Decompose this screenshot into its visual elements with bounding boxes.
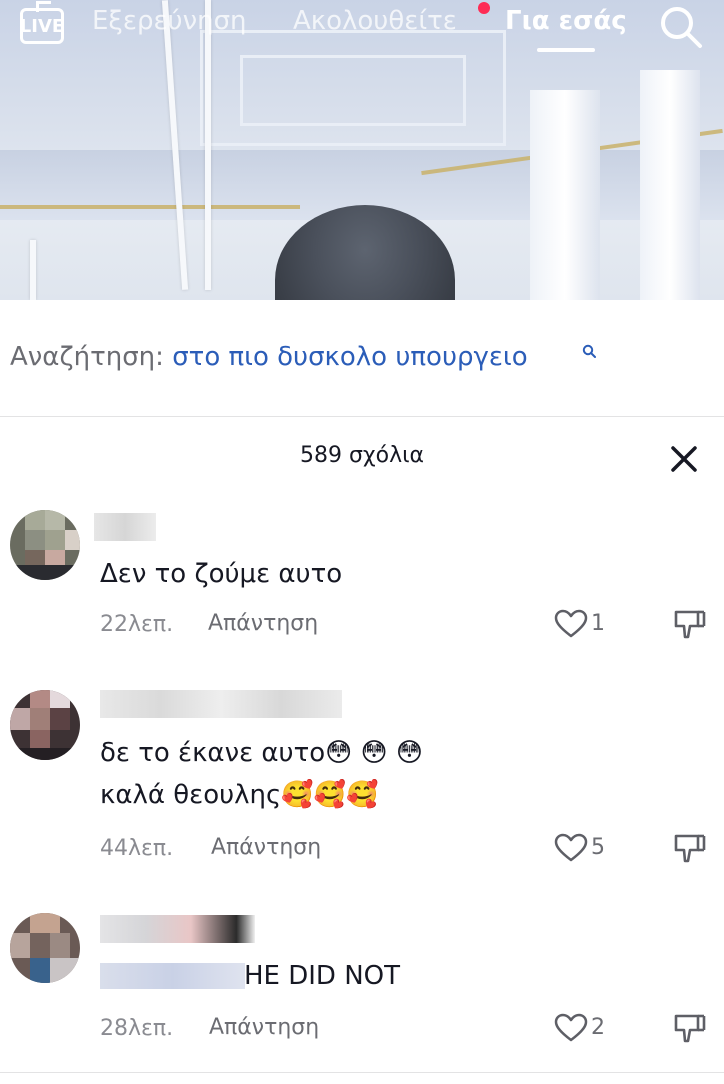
comment-line: Δεν το ζούμε αυτο <box>100 559 343 589</box>
like-count: 1 <box>591 611 605 636</box>
mention-blurred[interactable] <box>100 963 245 989</box>
wall-pillar <box>530 90 600 300</box>
live-button[interactable]: LIVE <box>20 8 64 44</box>
comment-item: HE DID NOT 28λεπ. Απάντηση 2 <box>0 895 724 1065</box>
avatar[interactable] <box>10 690 80 760</box>
reply-button[interactable]: Απάντηση <box>208 611 318 636</box>
search-suggestion-query[interactable]: στο πιο δυσκολο υπουργειο <box>172 342 527 372</box>
search-suggestion-text[interactable]: Αναζήτηση: στο πιο δυσκολο υπουργειο <box>10 342 528 372</box>
chandelier-rod <box>30 240 36 300</box>
video-preview[interactable]: LIVE Εξερεύνηση Ακολουθείτε Για εσάς <box>0 0 724 300</box>
comment-line: καλά θεουλης🥰🥰🥰 <box>100 780 379 810</box>
comment-text: δε το έκανε αυτο😳 😳 😳 καλά θεουλης🥰🥰🥰 <box>100 732 423 816</box>
search-suggestion-prefix: Αναζήτηση: <box>10 342 164 372</box>
avatar[interactable] <box>10 510 80 580</box>
comment-time: 22λεπ. <box>100 612 174 637</box>
dislike-icon[interactable] <box>672 1012 706 1044</box>
gold-trim <box>0 205 300 209</box>
wall-pillar <box>640 70 700 300</box>
ceiling-molding <box>240 55 466 126</box>
tab-for-you[interactable]: Για εσάς <box>505 6 627 36</box>
live-label: LIVE <box>19 15 65 37</box>
username-blurred[interactable] <box>94 513 156 541</box>
comments-header: 589 σχόλια <box>0 417 724 497</box>
small-search-icon <box>582 344 596 358</box>
comment-text: Δεν το ζούμε αυτο <box>100 553 342 595</box>
dislike-icon[interactable] <box>672 608 706 640</box>
heart-icon[interactable] <box>554 833 588 863</box>
comment-text: HE DID NOT <box>244 955 400 997</box>
comment-item: Δεν το ζούμε αυτο 22λεπ. Απάντηση 1 <box>0 495 724 655</box>
reply-button[interactable]: Απάντηση <box>211 835 321 860</box>
tab-explore[interactable]: Εξερεύνηση <box>92 6 247 36</box>
tab-following[interactable]: Ακολουθείτε <box>293 6 457 36</box>
active-tab-underline <box>537 48 595 52</box>
notification-dot <box>478 2 490 14</box>
like-count: 5 <box>591 835 605 860</box>
divider <box>0 1072 724 1073</box>
comment-time: 44λεπ. <box>100 836 174 861</box>
top-navigation: LIVE Εξερεύνηση Ακολουθείτε Για εσάς <box>0 0 724 56</box>
username-blurred[interactable] <box>100 690 342 718</box>
search-icon[interactable] <box>656 2 704 50</box>
heart-icon[interactable] <box>554 1013 588 1043</box>
like-count: 2 <box>591 1015 605 1040</box>
avatar[interactable] <box>10 913 80 983</box>
comment-time: 28λεπ. <box>100 1016 174 1041</box>
comment-item: δε το έκανε αυτο😳 😳 😳 καλά θεουλης🥰🥰🥰 44… <box>0 672 724 872</box>
reply-button[interactable]: Απάντηση <box>209 1015 319 1040</box>
comments-count: 589 σχόλια <box>299 443 425 468</box>
dislike-icon[interactable] <box>672 832 706 864</box>
username-blurred[interactable] <box>100 915 255 943</box>
comment-line: HE DID NOT <box>244 961 401 991</box>
close-icon[interactable] <box>668 443 700 475</box>
search-suggestion-bar[interactable]: Αναζήτηση: στο πιο δυσκολο υπουργειο <box>0 300 724 417</box>
heart-icon[interactable] <box>554 609 588 639</box>
comment-line: δε το έκανε αυτο😳 😳 😳 <box>100 738 423 768</box>
